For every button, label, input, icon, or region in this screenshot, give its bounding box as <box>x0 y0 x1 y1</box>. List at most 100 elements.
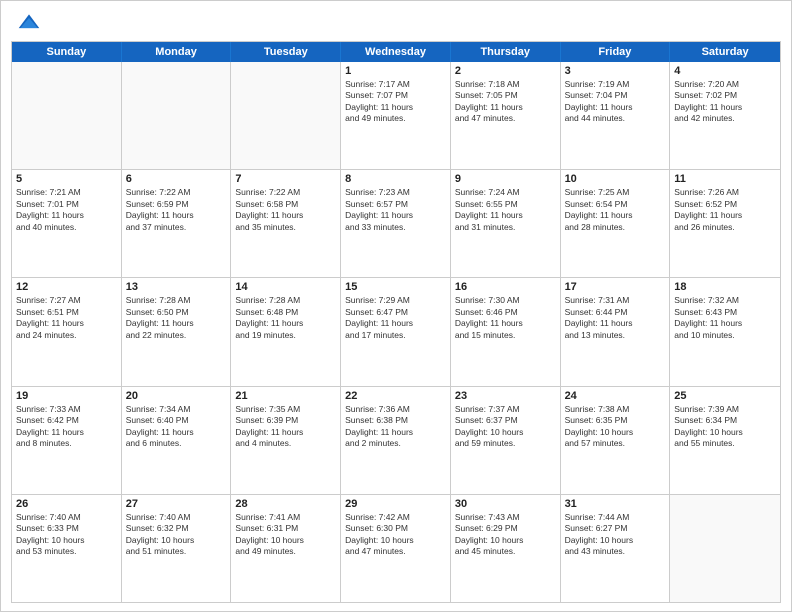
calendar-page: SundayMondayTuesdayWednesdayThursdayFrid… <box>0 0 792 612</box>
day-number: 7 <box>235 173 336 185</box>
day-cell-26: 26 Sunrise: 7:40 AM Sunset: 6:33 PM Dayli… <box>12 495 122 602</box>
day-number: 26 <box>16 498 117 510</box>
day-info: Sunrise: 7:35 AM Sunset: 6:39 PM Dayligh… <box>235 404 336 450</box>
day-number: 16 <box>455 281 556 293</box>
day-info: Sunrise: 7:34 AM Sunset: 6:40 PM Dayligh… <box>126 404 227 450</box>
day-info: Sunrise: 7:22 AM Sunset: 6:58 PM Dayligh… <box>235 187 336 233</box>
day-cell-20: 20 Sunrise: 7:34 AM Sunset: 6:40 PM Dayli… <box>122 387 232 494</box>
day-header-monday: Monday <box>122 42 232 62</box>
day-cell-21: 21 Sunrise: 7:35 AM Sunset: 6:39 PM Dayli… <box>231 387 341 494</box>
day-cell-7: 7 Sunrise: 7:22 AM Sunset: 6:58 PM Daylig… <box>231 170 341 277</box>
day-header-thursday: Thursday <box>451 42 561 62</box>
day-cell-11: 11 Sunrise: 7:26 AM Sunset: 6:52 PM Dayli… <box>670 170 780 277</box>
day-cell-1: 1 Sunrise: 7:17 AM Sunset: 7:07 PM Daylig… <box>341 62 451 169</box>
day-info: Sunrise: 7:17 AM Sunset: 7:07 PM Dayligh… <box>345 79 446 125</box>
day-number: 3 <box>565 65 666 77</box>
day-number: 27 <box>126 498 227 510</box>
day-cell-31: 31Sunrise: 7:44 AM Sunset: 6:27 PM Dayli… <box>561 495 671 602</box>
day-number: 1 <box>345 65 446 77</box>
day-header-wednesday: Wednesday <box>341 42 451 62</box>
day-info: Sunrise: 7:38 AM Sunset: 6:35 PM Dayligh… <box>565 404 666 450</box>
day-cell-19: 19 Sunrise: 7:33 AM Sunset: 6:42 PM Dayli… <box>12 387 122 494</box>
day-cell-24: 24Sunrise: 7:38 AM Sunset: 6:35 PM Dayli… <box>561 387 671 494</box>
day-cell-6: 6Sunrise: 7:22 AM Sunset: 6:59 PM Daylig… <box>122 170 232 277</box>
day-info: Sunrise: 7:21 AM Sunset: 7:01 PM Dayligh… <box>16 187 117 233</box>
day-number: 8 <box>345 173 446 185</box>
day-info: Sunrise: 7:27 AM Sunset: 6:51 PM Dayligh… <box>16 295 117 341</box>
calendar: SundayMondayTuesdayWednesdayThursdayFrid… <box>11 41 781 603</box>
day-info: Sunrise: 7:41 AM Sunset: 6:31 PM Dayligh… <box>235 512 336 558</box>
week-row-3: 12Sunrise: 7:27 AM Sunset: 6:51 PM Dayli… <box>12 278 780 386</box>
day-number: 15 <box>345 281 446 293</box>
day-number: 20 <box>126 390 227 402</box>
day-number: 4 <box>674 65 776 77</box>
day-cell-22: 22Sunrise: 7:36 AM Sunset: 6:38 PM Dayli… <box>341 387 451 494</box>
day-cell-5: 5 Sunrise: 7:21 AM Sunset: 7:01 PM Daylig… <box>12 170 122 277</box>
day-info: Sunrise: 7:39 AM Sunset: 6:34 PM Dayligh… <box>674 404 776 450</box>
day-number: 18 <box>674 281 776 293</box>
day-cell-16: 16 Sunrise: 7:30 AM Sunset: 6:46 PM Dayli… <box>451 278 561 385</box>
day-number: 2 <box>455 65 556 77</box>
day-cell-9: 9Sunrise: 7:24 AM Sunset: 6:55 PM Daylig… <box>451 170 561 277</box>
day-info: Sunrise: 7:28 AM Sunset: 6:48 PM Dayligh… <box>235 295 336 341</box>
empty-cell <box>231 62 341 169</box>
week-row-5: 26 Sunrise: 7:40 AM Sunset: 6:33 PM Dayli… <box>12 495 780 602</box>
day-cell-23: 23Sunrise: 7:37 AM Sunset: 6:37 PM Dayli… <box>451 387 561 494</box>
day-info: Sunrise: 7:40 AM Sunset: 6:33 PM Dayligh… <box>16 512 117 558</box>
day-cell-14: 14 Sunrise: 7:28 AM Sunset: 6:48 PM Dayli… <box>231 278 341 385</box>
day-cell-10: 10Sunrise: 7:25 AM Sunset: 6:54 PM Dayli… <box>561 170 671 277</box>
day-number: 19 <box>16 390 117 402</box>
day-cell-27: 27 Sunrise: 7:40 AM Sunset: 6:32 PM Dayli… <box>122 495 232 602</box>
week-row-1: 1 Sunrise: 7:17 AM Sunset: 7:07 PM Daylig… <box>12 62 780 170</box>
day-number: 14 <box>235 281 336 293</box>
day-info: Sunrise: 7:33 AM Sunset: 6:42 PM Dayligh… <box>16 404 117 450</box>
day-info: Sunrise: 7:37 AM Sunset: 6:37 PM Dayligh… <box>455 404 556 450</box>
day-info: Sunrise: 7:19 AM Sunset: 7:04 PM Dayligh… <box>565 79 666 125</box>
empty-cell <box>670 495 780 602</box>
day-cell-30: 30 Sunrise: 7:43 AM Sunset: 6:29 PM Dayli… <box>451 495 561 602</box>
day-cell-17: 17 Sunrise: 7:31 AM Sunset: 6:44 PM Dayli… <box>561 278 671 385</box>
day-info: Sunrise: 7:44 AM Sunset: 6:27 PM Dayligh… <box>565 512 666 558</box>
day-cell-12: 12Sunrise: 7:27 AM Sunset: 6:51 PM Dayli… <box>12 278 122 385</box>
day-cell-4: 4Sunrise: 7:20 AM Sunset: 7:02 PM Daylig… <box>670 62 780 169</box>
day-info: Sunrise: 7:36 AM Sunset: 6:38 PM Dayligh… <box>345 404 446 450</box>
day-cell-2: 2Sunrise: 7:18 AM Sunset: 7:05 PM Daylig… <box>451 62 561 169</box>
day-info: Sunrise: 7:29 AM Sunset: 6:47 PM Dayligh… <box>345 295 446 341</box>
day-number: 5 <box>16 173 117 185</box>
day-info: Sunrise: 7:23 AM Sunset: 6:57 PM Dayligh… <box>345 187 446 233</box>
day-info: Sunrise: 7:25 AM Sunset: 6:54 PM Dayligh… <box>565 187 666 233</box>
day-info: Sunrise: 7:31 AM Sunset: 6:44 PM Dayligh… <box>565 295 666 341</box>
day-number: 21 <box>235 390 336 402</box>
day-info: Sunrise: 7:43 AM Sunset: 6:29 PM Dayligh… <box>455 512 556 558</box>
day-number: 17 <box>565 281 666 293</box>
empty-cell <box>122 62 232 169</box>
day-cell-8: 8 Sunrise: 7:23 AM Sunset: 6:57 PM Daylig… <box>341 170 451 277</box>
day-cell-29: 29 Sunrise: 7:42 AM Sunset: 6:30 PM Dayli… <box>341 495 451 602</box>
day-info: Sunrise: 7:28 AM Sunset: 6:50 PM Dayligh… <box>126 295 227 341</box>
day-cell-25: 25 Sunrise: 7:39 AM Sunset: 6:34 PM Dayli… <box>670 387 780 494</box>
day-header-sunday: Sunday <box>12 42 122 62</box>
logo-icon <box>17 11 41 35</box>
day-info: Sunrise: 7:26 AM Sunset: 6:52 PM Dayligh… <box>674 187 776 233</box>
day-info: Sunrise: 7:32 AM Sunset: 6:43 PM Dayligh… <box>674 295 776 341</box>
day-number: 6 <box>126 173 227 185</box>
day-number: 11 <box>674 173 776 185</box>
calendar-body: 1 Sunrise: 7:17 AM Sunset: 7:07 PM Daylig… <box>12 62 780 602</box>
day-cell-18: 18 Sunrise: 7:32 AM Sunset: 6:43 PM Dayli… <box>670 278 780 385</box>
day-info: Sunrise: 7:30 AM Sunset: 6:46 PM Dayligh… <box>455 295 556 341</box>
week-row-2: 5 Sunrise: 7:21 AM Sunset: 7:01 PM Daylig… <box>12 170 780 278</box>
day-info: Sunrise: 7:42 AM Sunset: 6:30 PM Dayligh… <box>345 512 446 558</box>
day-info: Sunrise: 7:40 AM Sunset: 6:32 PM Dayligh… <box>126 512 227 558</box>
day-info: Sunrise: 7:24 AM Sunset: 6:55 PM Dayligh… <box>455 187 556 233</box>
day-number: 25 <box>674 390 776 402</box>
day-number: 30 <box>455 498 556 510</box>
header <box>1 1 791 41</box>
day-header-tuesday: Tuesday <box>231 42 341 62</box>
empty-cell <box>12 62 122 169</box>
day-number: 28 <box>235 498 336 510</box>
day-number: 13 <box>126 281 227 293</box>
day-cell-28: 28 Sunrise: 7:41 AM Sunset: 6:31 PM Dayli… <box>231 495 341 602</box>
day-cell-13: 13 Sunrise: 7:28 AM Sunset: 6:50 PM Dayli… <box>122 278 232 385</box>
day-number: 29 <box>345 498 446 510</box>
day-header-friday: Friday <box>561 42 671 62</box>
